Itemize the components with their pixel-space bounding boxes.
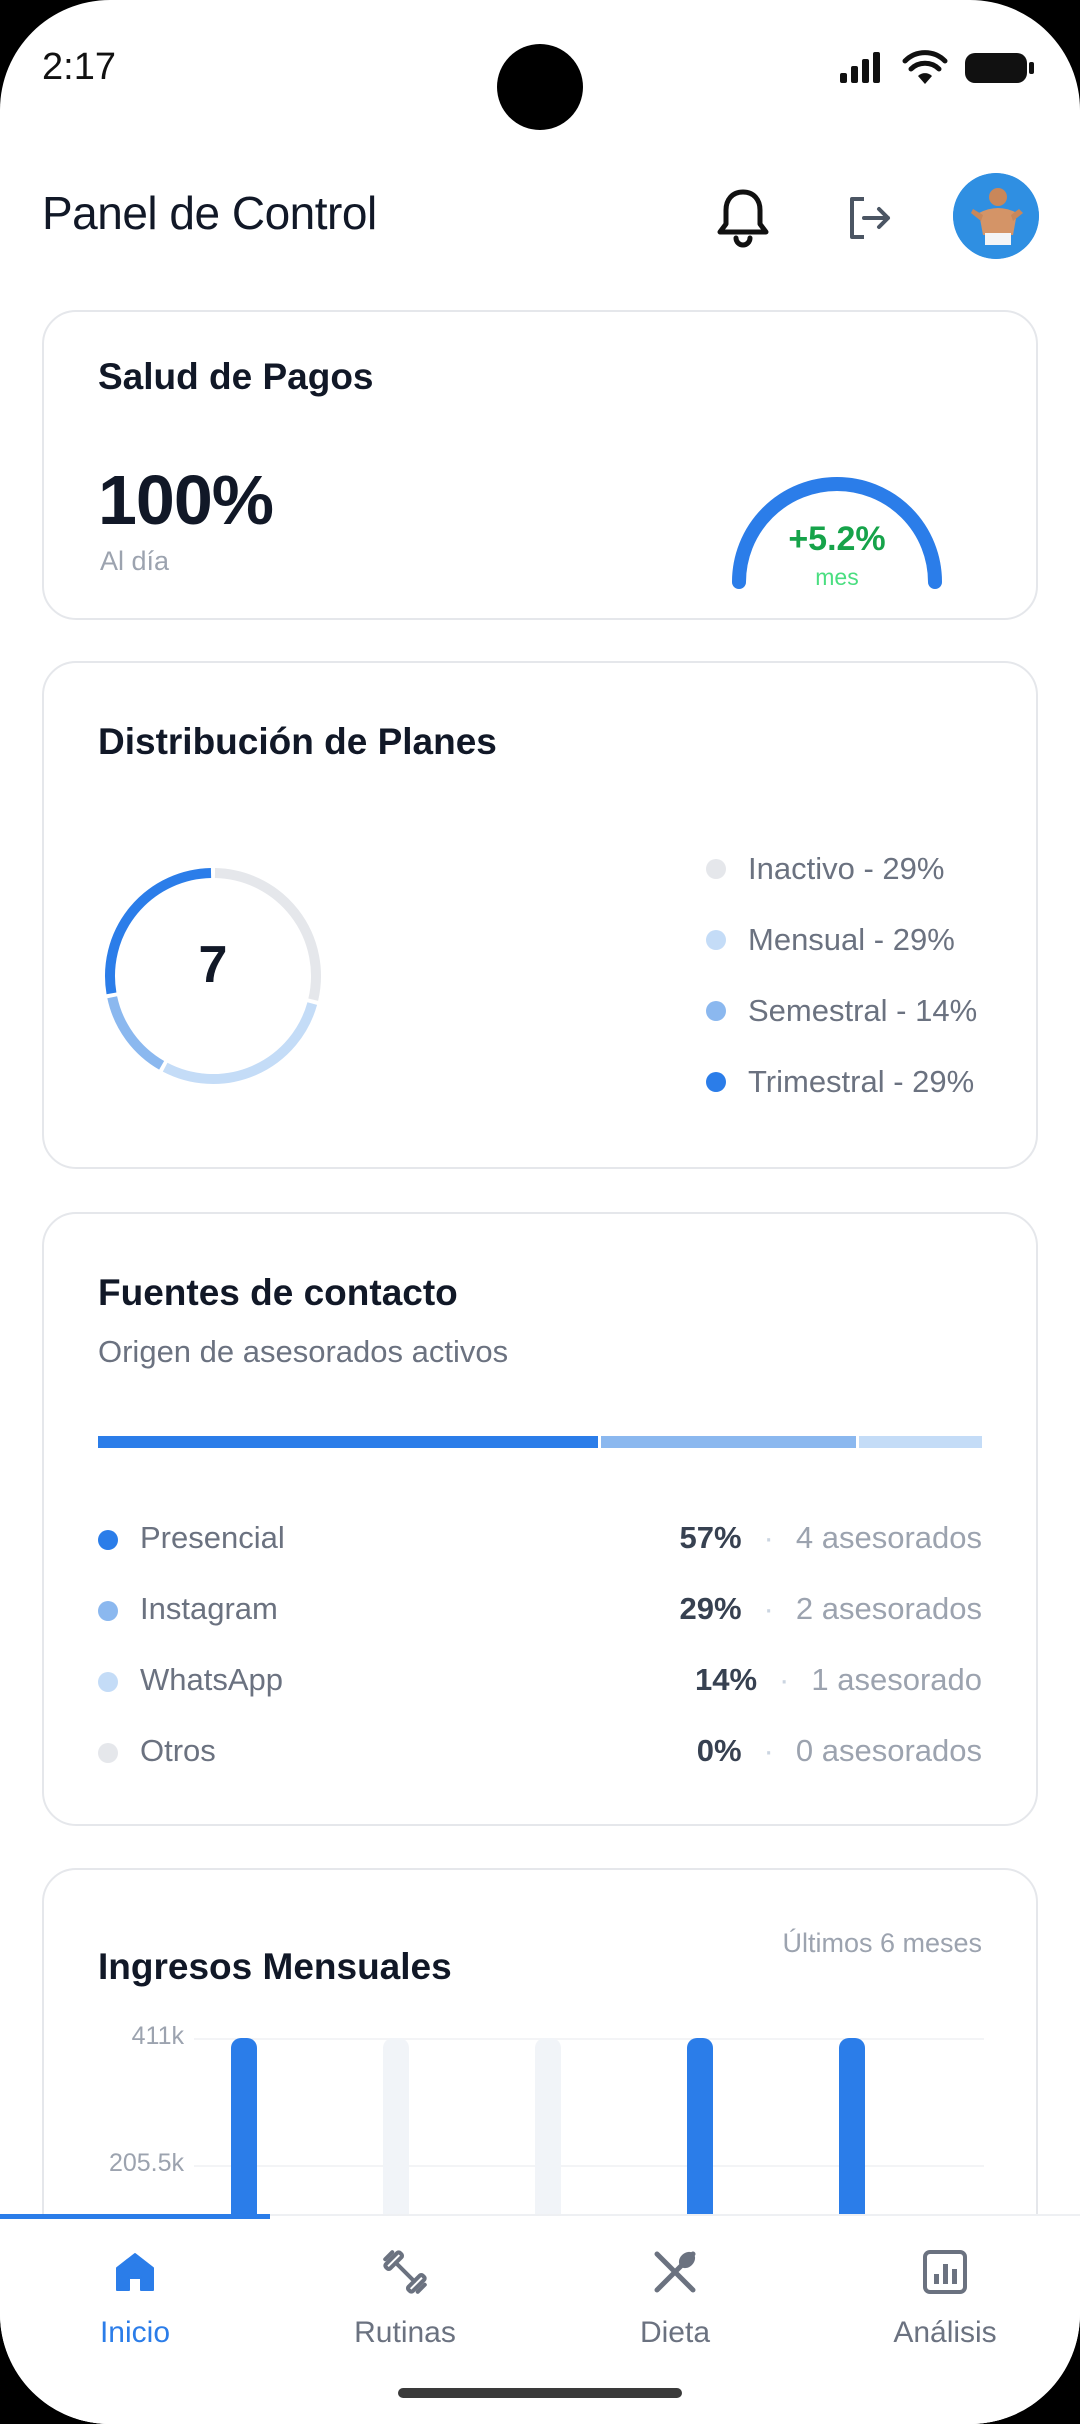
source-stats: 57% · 4 asesorados <box>680 1520 983 1556</box>
plans-title: Distribución de Planes <box>98 721 497 762</box>
source-separator: · <box>763 1520 774 1555</box>
source-separator: · <box>763 1733 774 1768</box>
stacked-bar-segment-whatsapp <box>859 1436 982 1448</box>
payments-percentage: 100% <box>98 461 274 539</box>
legend-item-inactivo: Inactivo - 29% <box>706 833 977 904</box>
nav-label: Inicio <box>99 2316 171 2349</box>
legend-label: Trimestral - 29% <box>748 1063 975 1099</box>
nav-item-dieta[interactable]: Dieta <box>540 2240 810 2350</box>
income-title: Ingresos Mensuales <box>98 1946 452 1987</box>
source-name: Otros <box>140 1733 216 1768</box>
camera-cutout <box>497 44 583 130</box>
source-dot <box>98 1672 118 1692</box>
status-icons <box>838 50 1036 86</box>
legend-item-trimestral: Trimestral - 29% <box>706 1046 977 1117</box>
legend-dot <box>706 929 726 950</box>
payments-health-card[interactable]: Salud de Pagos 100% Al día +5.2% mes <box>42 310 1038 620</box>
source-percentage: 14% <box>695 1662 758 1697</box>
legend-dot <box>706 858 726 879</box>
utensils-icon <box>654 2251 696 2293</box>
nav-label: Dieta <box>639 2316 711 2349</box>
plans-legend: Inactivo - 29% Mensual - 29% Semestral -… <box>706 833 977 1117</box>
sources-stacked-bar <box>98 1436 982 1448</box>
source-stats: 29% · 2 asesorados <box>680 1591 983 1627</box>
logout-icon <box>850 197 890 239</box>
legend-label: Inactivo - 29% <box>748 850 945 886</box>
payments-caption: Al día <box>100 546 170 576</box>
sources-subtitle: Origen de asesorados activos <box>98 1334 509 1369</box>
payments-title: Salud de Pagos <box>98 356 374 397</box>
nav-item-rutinas[interactable]: Rutinas <box>270 2240 540 2350</box>
legend-label: Mensual - 29% <box>748 921 955 957</box>
battery-icon <box>965 53 1034 83</box>
source-dot <box>98 1601 118 1621</box>
nav-label: Rutinas <box>354 2316 456 2349</box>
signal-icon <box>840 52 880 83</box>
donut-segment-semestral <box>107 996 165 1070</box>
home-icon <box>116 2253 154 2291</box>
dumbbell-icon <box>383 2250 427 2294</box>
stacked-bar-segment-instagram <box>601 1436 857 1448</box>
income-period: Últimos 6 meses <box>782 1928 982 1958</box>
wifi-icon <box>902 50 948 84</box>
contact-sources-card[interactable]: Fuentes de contacto Origen de asesorados… <box>42 1212 1038 1826</box>
source-percentage: 0% <box>696 1733 742 1768</box>
home-indicator <box>398 2388 682 2398</box>
analytics-icon <box>923 2250 967 2294</box>
y-tick-label: 411k <box>131 2022 184 2050</box>
bell-icon <box>717 189 769 248</box>
source-percentage: 29% <box>679 1591 742 1626</box>
source-stats: 14% · 1 asesorado <box>695 1662 982 1698</box>
source-count: 0 asesorados <box>795 1733 982 1768</box>
payments-change-caption: mes <box>815 564 859 590</box>
source-dot <box>98 1530 118 1550</box>
source-row-presencial: Presencial 57% · 4 asesorados <box>98 1520 982 1560</box>
source-percentage: 57% <box>679 1520 742 1555</box>
source-stats: 0% · 0 asesorados <box>697 1733 982 1769</box>
avatar[interactable] <box>953 173 1039 259</box>
source-separator: · <box>779 1662 790 1697</box>
active-tab-indicator <box>0 2214 270 2219</box>
source-count: 2 asesorados <box>795 1591 982 1626</box>
sources-title: Fuentes de contacto <box>98 1272 458 1313</box>
legend-item-semestral: Semestral - 14% <box>706 975 977 1046</box>
source-dot <box>98 1743 118 1763</box>
stacked-bar-segment-presencial <box>98 1436 599 1448</box>
donut-segment-mensual <box>162 1002 318 1084</box>
legend-label: Semestral - 14% <box>748 992 978 1028</box>
source-name: Presencial <box>140 1520 285 1555</box>
legend-dot <box>706 1000 726 1021</box>
source-row-whatsapp: WhatsApp 14% · 1 asesorado <box>98 1662 982 1702</box>
source-row-otros: Otros 0% · 0 asesorados <box>98 1733 982 1773</box>
nav-item-analisis[interactable]: Análisis <box>810 2240 1080 2350</box>
source-row-instagram: Instagram 29% · 2 asesorados <box>98 1591 982 1631</box>
status-time: 2:17 <box>42 46 116 88</box>
y-tick-label: 205.5k <box>108 2149 184 2177</box>
plans-distribution-card[interactable]: Distribución de Planes 7 Inactivo - 29% … <box>42 661 1038 1169</box>
logout-button[interactable] <box>831 180 907 256</box>
source-count: 1 asesorado <box>811 1662 982 1697</box>
source-name: Instagram <box>140 1591 278 1626</box>
phone-screen: 2:17 Panel de Control Salud de Pagos 100… <box>0 0 1080 2424</box>
plans-total: 7 <box>198 936 228 994</box>
source-name: WhatsApp <box>140 1662 284 1697</box>
page-title: Panel de Control <box>42 187 377 239</box>
user-avatar-image <box>953 173 1039 259</box>
source-count: 4 asesorados <box>795 1520 982 1555</box>
legend-dot <box>706 1071 726 1092</box>
legend-item-mensual: Mensual - 29% <box>706 904 977 975</box>
payments-change: +5.2% <box>788 520 886 558</box>
notifications-button[interactable] <box>705 180 781 256</box>
nav-label: Análisis <box>893 2316 997 2349</box>
source-separator: · <box>763 1591 774 1626</box>
nav-item-inicio[interactable]: Inicio <box>0 2240 270 2350</box>
